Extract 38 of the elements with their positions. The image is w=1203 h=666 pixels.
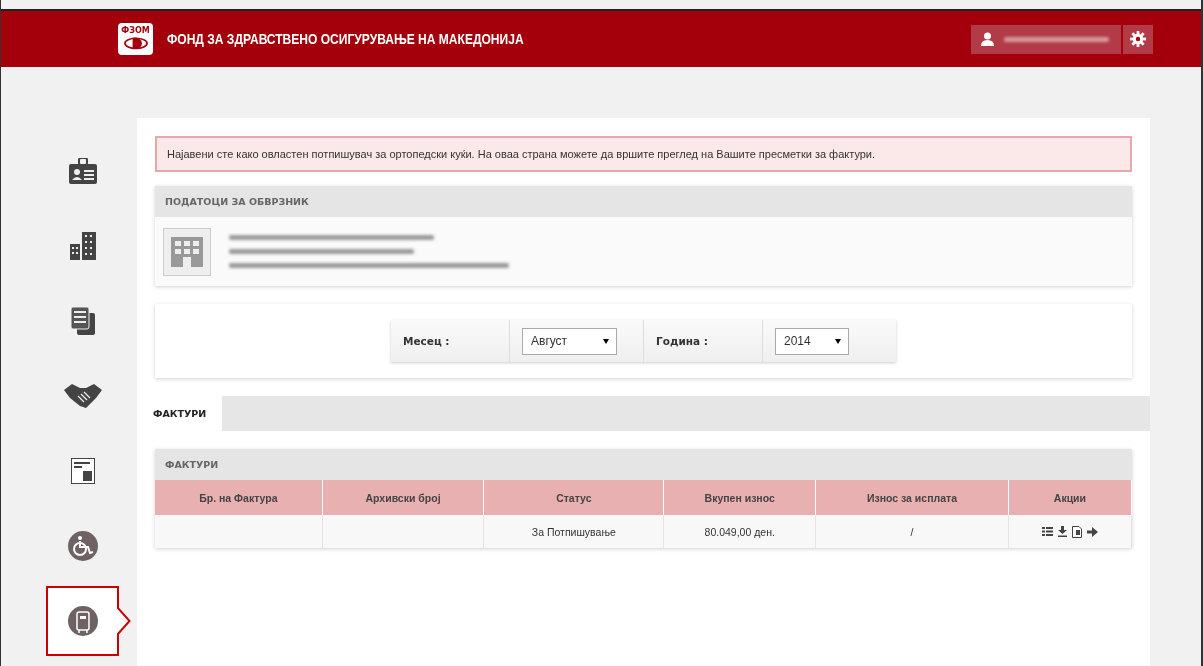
- site-title: ФОНД ЗА ЗДРАВСТВЕНО ОСИГУРУВАЊЕ НА МАКЕДОНИЈА: [167, 31, 524, 47]
- column-header: Бр. на Фактура: [155, 480, 323, 515]
- user-icon: [981, 32, 994, 46]
- arrow-right-icon[interactable]: [1086, 526, 1098, 537]
- settings-icon: [1130, 31, 1146, 47]
- year-select[interactable]: 2014: [775, 327, 849, 355]
- user-button[interactable]: [971, 24, 1121, 54]
- column-header: Акции: [1008, 480, 1132, 515]
- year-label: Година :: [656, 335, 708, 347]
- section-title: ФАКТУРИ: [165, 459, 219, 470]
- column-header: Вкупен износ: [663, 480, 816, 515]
- tab[interactable]: ФАКТУРИ: [137, 396, 223, 431]
- handshake-icon: [63, 384, 102, 408]
- column-header: Износ за исплата: [815, 480, 1009, 515]
- table-cell: За Потпишување: [483, 515, 664, 548]
- invoice-icon: [70, 458, 95, 484]
- column-header: Архивски број: [322, 480, 484, 515]
- sidebar-item[interactable]: [46, 586, 119, 656]
- month-select[interactable]: Август: [522, 327, 617, 355]
- info-alert: Најавени сте како овластен потпишувач за ортопедски куќи. На оваа страна можете да вршите преглед на Вашите пресметки за фактури.: [155, 136, 1132, 172]
- device-icon: [67, 606, 98, 636]
- column-header: Статус: [483, 480, 664, 515]
- table-cell: 80.049,00 ден.: [663, 515, 816, 548]
- logo-mark-icon: [122, 34, 149, 51]
- documents-icon: [70, 307, 95, 335]
- table-cell: /: [815, 515, 1009, 548]
- building-placeholder-icon: [163, 227, 211, 276]
- list-icon[interactable]: [1041, 527, 1053, 536]
- wheelchair-icon: [67, 531, 98, 561]
- buildings-icon: [69, 232, 96, 260]
- logo-text: ФЗОМ: [121, 27, 150, 34]
- month-label: Месец :: [403, 335, 450, 347]
- id-badge-icon: [68, 158, 97, 184]
- download-icon[interactable]: [1057, 526, 1067, 537]
- selection-pointer: [117, 606, 131, 636]
- file-icon[interactable]: [1071, 525, 1082, 538]
- section-title: ПОДАТОЦИ ЗА ОБВРЗНИК: [165, 196, 309, 207]
- settings-button[interactable]: [1123, 24, 1153, 54]
